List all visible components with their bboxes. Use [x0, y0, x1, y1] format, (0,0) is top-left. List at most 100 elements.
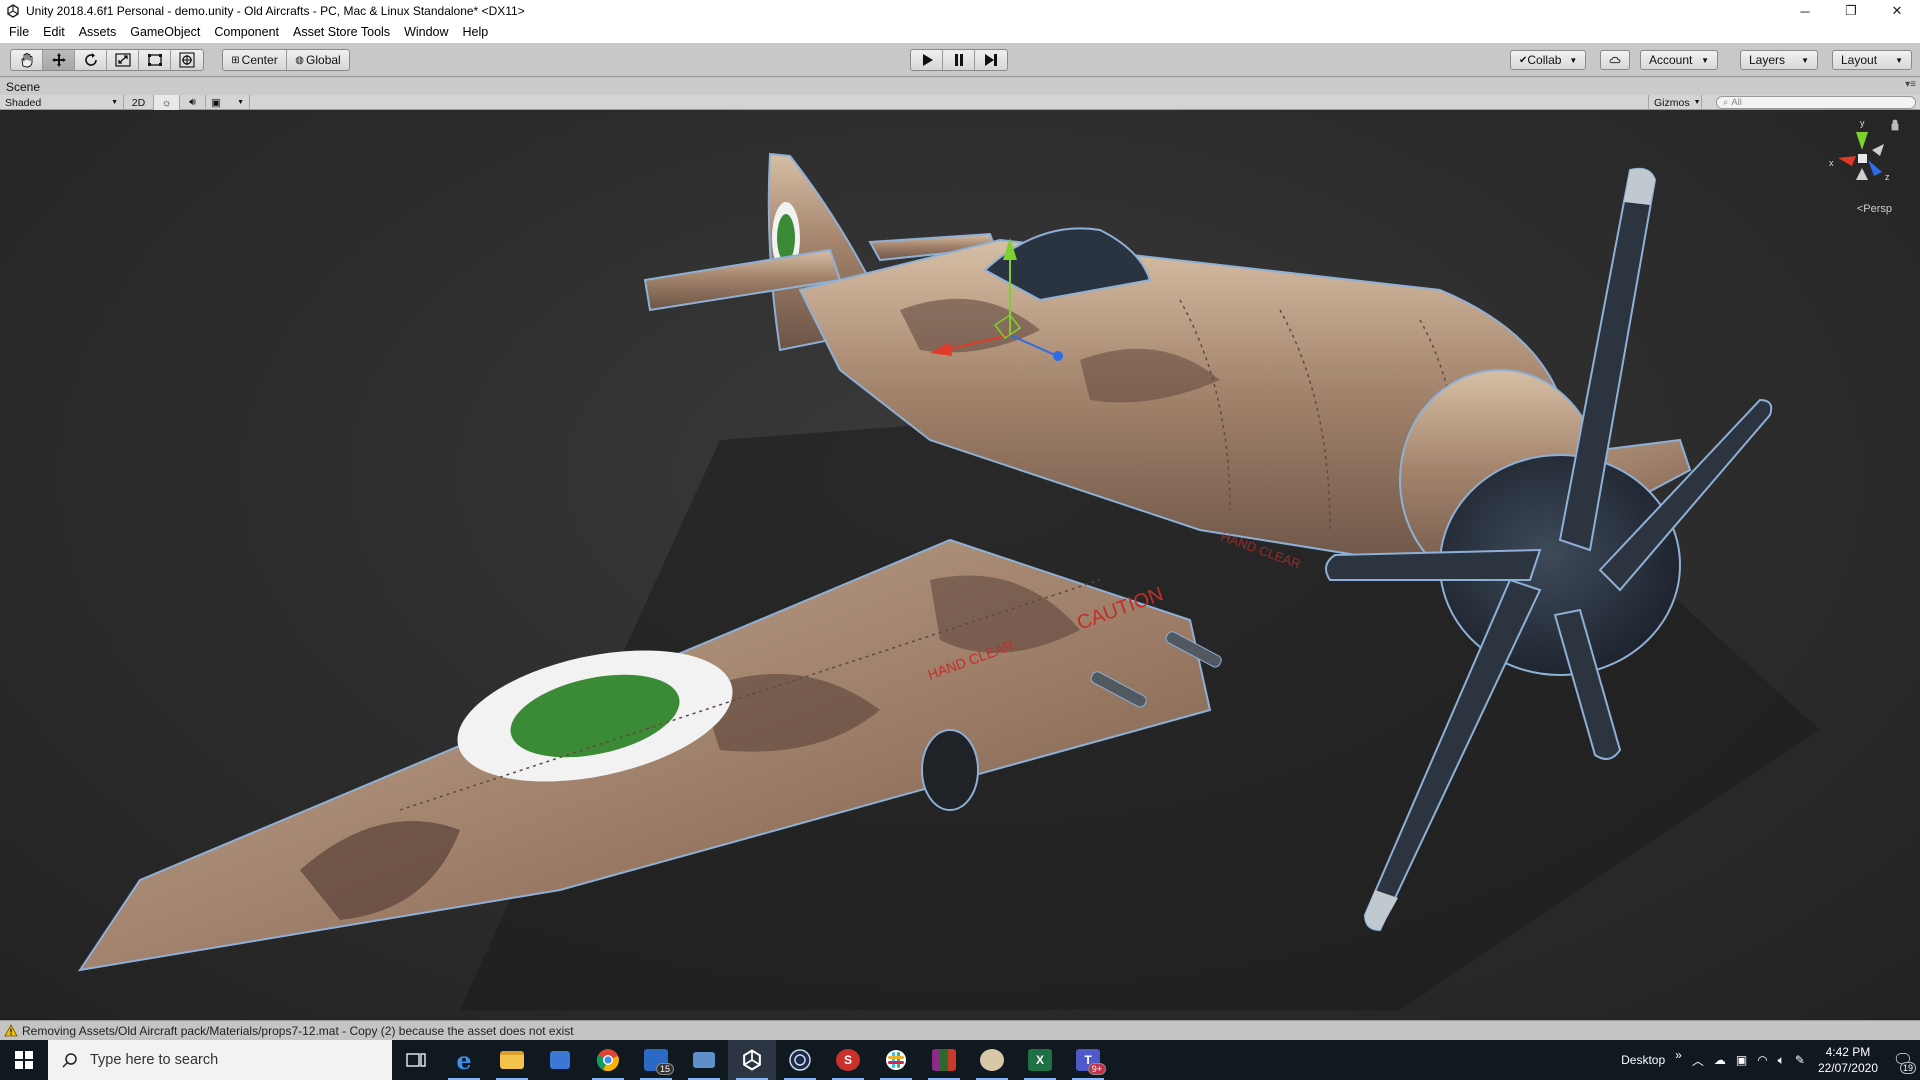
taskbar-app-unity[interactable] [728, 1040, 776, 1080]
hand-tool-button[interactable] [11, 50, 43, 70]
scale-icon [114, 53, 131, 67]
menu-assets[interactable]: Assets [72, 22, 124, 43]
volume-icon[interactable]: 🔈︎ [1773, 1053, 1790, 1068]
2d-toggle[interactable]: 2D [124, 95, 154, 110]
scene-view-controls: Shaded ▼ 2D ☼ 🔊︎ ▣ ▼ Gizmos ▼ ⌕ All [0, 95, 1920, 110]
rotate-tool-button[interactable] [75, 50, 107, 70]
teams-icon: T 9+ [1076, 1049, 1106, 1075]
warning-icon [4, 1024, 18, 1037]
draw-mode-dropdown[interactable]: Shaded ▼ [0, 95, 124, 110]
menu-file[interactable]: File [2, 22, 36, 43]
taskbar-app-pc[interactable] [680, 1040, 728, 1080]
show-hidden-icons-chevron-up-icon[interactable]: ︿ [1687, 1052, 1709, 1069]
collab-dropdown[interactable]: ✔ Collab ▼ [1510, 50, 1586, 70]
taskbar-search-input[interactable]: Type here to search [48, 1040, 392, 1080]
gizmo-label-z: z [1885, 172, 1890, 182]
gizmo-center-cube [1858, 154, 1867, 163]
tail-roundel-inner [777, 214, 795, 262]
play-icon [922, 54, 933, 66]
transform-tool-button[interactable] [171, 50, 203, 70]
close-button[interactable]: ✕ [1874, 0, 1920, 22]
account-dropdown[interactable]: Account ▼ [1640, 50, 1718, 70]
pivot-rotation-toggle[interactable]: ◍ Global [287, 50, 349, 70]
system-tray: Desktop » ︿ ☁ ▣ ◠ 🔈︎ ✎ 4:42 PM 22/07/202… [1616, 1040, 1920, 1080]
taskbar-app-paint[interactable] [968, 1040, 1016, 1080]
start-button[interactable] [0, 1040, 48, 1080]
taskbar-app-slack[interactable] [872, 1040, 920, 1080]
menu-gameobject[interactable]: GameObject [123, 22, 207, 43]
cloud-button[interactable] [1600, 50, 1630, 70]
pivot-mode-toggle[interactable]: ⊞ Center [223, 50, 287, 70]
tab-menu-icon[interactable]: ▾≡ [1905, 79, 1916, 90]
audio-toggle[interactable]: 🔊︎ [180, 95, 206, 110]
paint-palette-icon [980, 1049, 1004, 1071]
menu-asset-store-tools[interactable]: Asset Store Tools [286, 22, 397, 43]
store-bag-icon [550, 1051, 570, 1069]
taskbar-app-excel[interactable]: X [1016, 1040, 1064, 1080]
rect-tool-button[interactable] [139, 50, 171, 70]
scene-search-input[interactable]: ⌕ All [1716, 96, 1916, 109]
gizmos-dropdown[interactable]: Gizmos ▼ [1648, 95, 1702, 110]
scene-viewport[interactable]: CAUTION HAND CLEAR HAND CLEAR y x z <Per… [0, 110, 1920, 1020]
status-bar[interactable]: Removing Assets/Old Aircraft pack/Materi… [0, 1020, 1920, 1040]
restore-button[interactable]: ❐ [1828, 0, 1874, 22]
image-icon: ▣ [211, 96, 221, 109]
menu-window[interactable]: Window [397, 22, 455, 43]
scene-tab-bar: Scene ▾≡ [0, 78, 1920, 95]
move-arrows-icon [51, 53, 66, 67]
scene-search-placeholder: All [1731, 97, 1742, 108]
onedrive-icon[interactable]: ☁ [1709, 1053, 1731, 1067]
task-view-icon [406, 1053, 426, 1067]
taskbar-app-mail[interactable]: 15 [632, 1040, 680, 1080]
chevron-down-icon: ▼ [1701, 55, 1709, 65]
menu-help[interactable]: Help [456, 22, 496, 43]
menu-edit[interactable]: Edit [36, 22, 72, 43]
combined-transform-icon [179, 52, 195, 68]
scale-tool-button[interactable] [107, 50, 139, 70]
scene-render: CAUTION HAND CLEAR HAND CLEAR [77, 152, 1820, 1010]
play-button[interactable] [911, 50, 943, 70]
playback-controls [910, 49, 1008, 71]
taskbar-app-chrome[interactable] [584, 1040, 632, 1080]
pivot-rotation-label: Global [306, 53, 341, 67]
move-tool-button[interactable] [43, 50, 75, 70]
step-button[interactable] [975, 50, 1007, 70]
projection-label[interactable]: <Persp [1857, 203, 1892, 215]
task-view-button[interactable] [392, 1040, 440, 1080]
taskbar-app-teams[interactable]: T 9+ [1064, 1040, 1112, 1080]
2d-label: 2D [131, 96, 146, 109]
taskbar-app-substance[interactable]: S [824, 1040, 872, 1080]
taskbar-app-store[interactable] [536, 1040, 584, 1080]
clock[interactable]: 4:42 PM 22/07/2020 [1810, 1044, 1886, 1076]
folder-icon [500, 1051, 524, 1069]
taskbar-app-edge[interactable]: e [440, 1040, 488, 1080]
meet-now-icon[interactable]: ▣ [1731, 1053, 1752, 1067]
taskbar-app-winrar[interactable] [920, 1040, 968, 1080]
desktop-toolbar[interactable]: Desktop [1616, 1053, 1670, 1067]
chevron-down-icon: ▼ [111, 99, 118, 106]
menu-component[interactable]: Component [207, 22, 286, 43]
projection-text: Persp [1863, 203, 1892, 215]
main-toolbar: ⊞ Center ◍ Global ✔ Collab ▼ Account ▼ L… [0, 43, 1920, 77]
taskbar-app-file-explorer[interactable] [488, 1040, 536, 1080]
collab-check-icon: ✔ [1519, 54, 1528, 66]
tab-scene[interactable]: Scene [6, 80, 40, 94]
account-label: Account [1649, 53, 1693, 67]
edge-icon: e [456, 1045, 472, 1075]
unity-logo-icon [7, 4, 19, 18]
wifi-icon[interactable]: ◠ [1752, 1053, 1772, 1067]
pause-button[interactable] [943, 50, 975, 70]
pen-icon[interactable]: ✎ [1790, 1053, 1810, 1067]
lighting-toggle[interactable]: ☼ [154, 95, 180, 110]
clock-date: 22/07/2020 [1817, 1061, 1878, 1075]
propeller-blade [1325, 548, 1542, 581]
layers-dropdown[interactable]: Layers ▼ [1740, 50, 1818, 70]
minimize-button[interactable]: ─ [1782, 0, 1828, 22]
gizmo-label-x: x [1829, 158, 1834, 168]
action-center-button[interactable]: 🗨︎ 19 [1886, 1040, 1920, 1080]
taskbar-app-cinema4d[interactable] [776, 1040, 824, 1080]
layout-dropdown[interactable]: Layout ▼ [1832, 50, 1912, 70]
desktop-chevron-icon[interactable]: » [1670, 1048, 1687, 1062]
gizmo-y-cone [1856, 132, 1868, 150]
effects-dropdown[interactable]: ▣ ▼ [206, 95, 250, 110]
